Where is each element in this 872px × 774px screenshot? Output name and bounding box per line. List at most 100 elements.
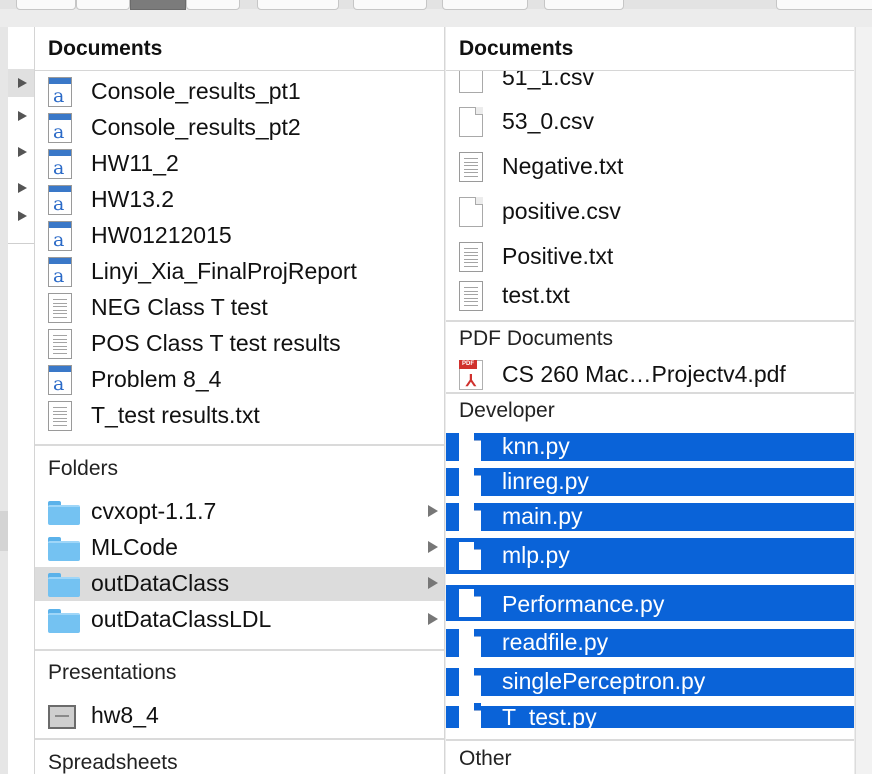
file-row[interactable]: a HW11_2 [35,147,444,181]
file-row-label: CS 260 Mac…Projectv4.pdf [502,361,786,387]
group-label-folders: Folders [48,457,119,480]
file-row[interactable]: a Linyi_Xia_FinalProjReport [35,255,444,289]
file-row-label: linreg.py [502,468,589,494]
file-row-label: test.txt [502,282,570,308]
file-row[interactable]: positive.csv [446,195,854,229]
folder-row[interactable]: cvxopt-1.1.7 [35,495,444,529]
rtf-document-icon: a [48,77,72,107]
file-row-label: POS Class T test results [91,330,341,356]
pdf-document-icon: PDF ⅄ [459,360,483,390]
disclosure-triangle-icon[interactable] [18,183,27,193]
file-row[interactable]: 53_0.csv [446,105,854,139]
group-label-developer: Developer [459,399,555,422]
text-document-icon [459,281,483,311]
python-file-icon [459,542,481,570]
file-row-label: main.py [502,503,583,529]
disclosure-arrow-icon[interactable] [428,613,438,625]
python-file-icon [459,503,481,531]
python-file-icon [459,668,481,696]
file-row[interactable]: POS Class T test results [35,327,444,361]
column-header: Documents [35,27,444,71]
file-row-label: Problem 8_4 [91,366,222,392]
file-row-label: HW01212015 [91,222,232,248]
file-row-label: 53_0.csv [502,108,595,134]
file-row[interactable]: PDF ⅄ CS 260 Mac…Projectv4.pdf [446,358,854,392]
text-document-icon [48,401,72,431]
file-row[interactable]: readfile.py [446,629,854,657]
folder-icon [48,533,80,561]
file-row[interactable]: test.txt [446,279,854,313]
disclosure-arrow-icon[interactable] [428,541,438,553]
python-file-icon [459,589,481,617]
column-view-button[interactable] [130,0,186,10]
file-row-label: T_test results.txt [91,402,260,428]
toolbar-button[interactable] [16,0,76,10]
folder-row-label: MLCode [91,534,178,560]
file-row[interactable]: knn.py [446,433,854,461]
file-row-label: readfile.py [502,629,609,655]
file-row[interactable]: NEG Class T test [35,291,444,325]
group-label-pdf: PDF Documents [459,327,614,350]
group-separator [35,738,444,740]
file-row[interactable]: main.py [446,503,854,531]
disclosure-triangle-icon[interactable] [18,78,27,88]
folder-row-label: outDataClassLDL [91,606,272,632]
toolbar-button[interactable] [76,0,130,10]
python-file-icon [459,703,481,731]
disclosure-arrow-icon[interactable] [428,577,438,589]
python-file-icon [459,629,481,657]
group-label-other: Other [459,747,512,770]
disclosure-triangle-icon[interactable] [18,211,27,221]
group-separator [35,649,444,651]
file-row[interactable]: a HW13.2 [35,183,444,217]
file-row[interactable]: Positive.txt [446,240,854,274]
file-row[interactable]: linreg.py [446,468,854,496]
file-row-label: Positive.txt [502,243,614,269]
presentation-icon [48,701,76,729]
file-row[interactable]: hw8_4 [35,699,444,733]
file-row[interactable]: a HW01212015 [35,219,444,253]
toolbar-button[interactable] [442,0,528,10]
disclosure-triangle-icon[interactable] [18,111,27,121]
finder-column-1[interactable]: Documents a Console_results_pt1 a Console_r… [35,27,445,774]
rtf-document-icon: a [48,365,72,395]
next-column-edge [855,27,872,774]
previous-column[interactable] [8,27,35,774]
rtf-document-icon: a [48,149,72,179]
folder-row[interactable]: MLCode [35,531,444,565]
file-row-label: singlePerceptron.py [502,668,706,694]
file-row[interactable]: Negative.txt [446,150,854,184]
file-row-label: Console_results_pt2 [91,114,301,140]
disclosure-arrow-icon[interactable] [428,505,438,517]
toolbar [0,0,872,10]
disclosure-triangle-icon[interactable] [18,147,27,157]
finder-column-2[interactable]: 51_1.csv 53_0.csv Negative.txt positive.csv… [446,27,854,774]
toolbar-button[interactable] [544,0,624,10]
file-row[interactable]: a Console_results_pt1 [35,75,444,109]
folder-row-label: outDataClass [91,570,230,596]
file-row[interactable]: a Problem 8_4 [35,363,444,397]
toolbar-button[interactable] [353,0,427,10]
file-row-label: knn.py [502,433,570,459]
file-row[interactable]: a Console_results_pt2 [35,111,444,145]
text-document-icon [48,329,72,359]
file-row-label: Console_results_pt1 [91,78,301,104]
folder-row[interactable]: outDataClass [35,567,444,601]
group-label-presentations: Presentations [48,661,177,684]
file-row[interactable]: mlp.py [446,538,854,574]
folder-icon [48,497,80,525]
folder-row[interactable]: outDataClassLDL [35,603,444,637]
file-row-label: Negative.txt [502,153,624,179]
toolbar-button[interactable] [186,0,240,10]
file-row[interactable]: Performance.py [446,585,854,621]
file-row[interactable]: T_test.py [446,703,854,731]
rtf-document-icon: a [48,185,72,215]
group-separator [35,444,444,446]
file-row[interactable]: singlePerceptron.py [446,668,854,696]
column-header-label: Documents [459,37,574,60]
rtf-document-icon: a [48,221,72,251]
search-field[interactable] [776,0,872,10]
file-row[interactable]: T_test results.txt [35,399,444,433]
toolbar-button[interactable] [257,0,339,10]
group-separator [446,320,854,322]
